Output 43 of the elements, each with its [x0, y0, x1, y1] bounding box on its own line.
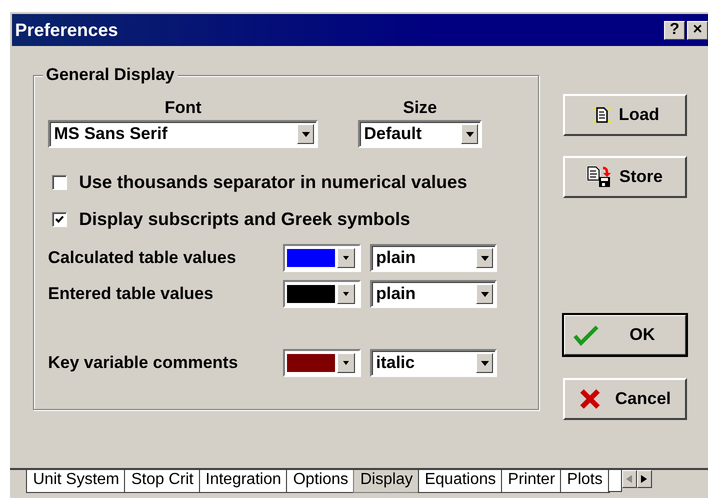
cancel-button[interactable]: Cancel [563, 378, 687, 420]
style-dropdown[interactable]: plain [370, 244, 497, 272]
close-button[interactable]: × [687, 20, 708, 40]
tab[interactable]: Options [286, 470, 356, 493]
tab[interactable]: Stop Crit [124, 470, 200, 493]
scroll-left-button[interactable] [622, 470, 637, 488]
checkmark-icon [55, 215, 64, 224]
setting-label: Key variable comments [48, 353, 239, 373]
document-icon [590, 105, 613, 125]
checkmark-icon [573, 324, 599, 346]
cut-off-tab[interactable] [608, 470, 622, 492]
cross-icon [579, 388, 602, 410]
tab[interactable]: Display [353, 470, 420, 493]
color-dropdown[interactable] [283, 349, 361, 377]
store-button[interactable]: Store [563, 156, 687, 198]
window-title: Preferences [15, 20, 118, 40]
help-button[interactable]: ? [664, 20, 685, 40]
setting-label: Calculated table values [48, 248, 238, 268]
style-dropdown[interactable]: plain [370, 280, 497, 308]
tab[interactable]: Equations [418, 470, 503, 493]
size-dropdown[interactable]: Default [358, 120, 482, 148]
scroll-right-button[interactable] [636, 470, 652, 488]
load-button[interactable]: Load [563, 94, 687, 136]
font-label: Font [164, 98, 202, 118]
style-dropdown[interactable]: italic [370, 349, 497, 377]
checkbox[interactable] [52, 175, 67, 190]
setting-label: Entered table values [48, 284, 214, 304]
tab[interactable]: Integration [198, 470, 288, 493]
checkbox-label: Display subscripts and Greek symbols [79, 209, 410, 230]
size-label: Size [402, 98, 438, 118]
tab[interactable]: Printer [500, 470, 562, 493]
tab[interactable]: Plots [560, 470, 610, 493]
checkbox-label: Use thousands separator in numerical values [79, 172, 468, 193]
save-icon [587, 166, 614, 188]
left-arrow-icon [626, 475, 632, 483]
font-dropdown[interactable]: MS Sans Serif [48, 120, 318, 148]
right-arrow-icon [641, 475, 648, 483]
ok-button[interactable]: OK [563, 314, 687, 356]
group-title: General Display [43, 65, 178, 85]
color-dropdown[interactable] [283, 244, 361, 272]
checkbox[interactable] [52, 212, 67, 227]
color-dropdown[interactable] [283, 280, 361, 308]
tab[interactable]: Unit System [26, 470, 126, 493]
